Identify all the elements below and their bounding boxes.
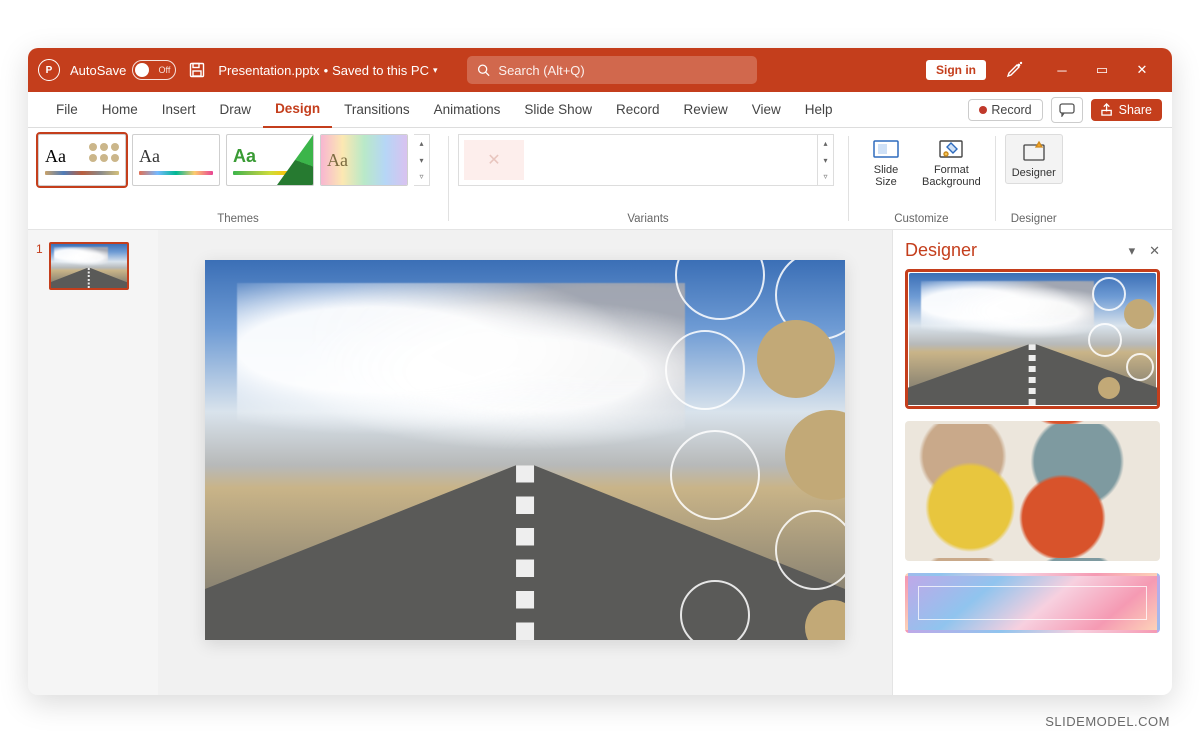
designer-pane-menu-icon[interactable]: ▾ xyxy=(1129,243,1136,259)
ribbon: Aa Aa Aa Aa ▴▾▿ Them xyxy=(28,128,1172,230)
tab-help[interactable]: Help xyxy=(793,92,845,128)
autosave-label: AutoSave xyxy=(70,63,126,78)
designer-group-label: Designer xyxy=(1005,213,1063,227)
tab-insert[interactable]: Insert xyxy=(150,92,208,128)
designer-pane-close-icon[interactable]: ✕ xyxy=(1149,243,1160,259)
close-button[interactable]: ✕ xyxy=(1122,48,1162,92)
powerpoint-icon: P xyxy=(38,59,60,81)
tab-view[interactable]: View xyxy=(740,92,793,128)
tab-animations[interactable]: Animations xyxy=(422,92,513,128)
designer-pane: Designer ▾ ✕ xyxy=(892,230,1172,695)
minimize-button[interactable]: ─ xyxy=(1042,48,1082,92)
variants-gallery-more[interactable]: ▴▾▿ xyxy=(818,134,834,186)
tab-record[interactable]: Record xyxy=(604,92,672,128)
tab-transitions[interactable]: Transitions xyxy=(332,92,422,128)
ribbon-group-customize: Slide Size Format Background Customize xyxy=(848,128,995,229)
workarea: 1 xyxy=(28,230,1172,695)
design-idea-3[interactable] xyxy=(905,573,1160,633)
tab-file[interactable]: File xyxy=(44,92,90,128)
theme-thumb-4[interactable]: Aa xyxy=(320,134,408,186)
maximize-button[interactable]: ▭ xyxy=(1082,48,1122,92)
themes-gallery-more[interactable]: ▴▾▿ xyxy=(414,134,430,186)
slide-thumbnail-1[interactable] xyxy=(49,242,129,290)
customize-group-label: Customize xyxy=(858,213,985,227)
variant-thumb-1[interactable]: ✕ xyxy=(464,140,524,180)
designer-button[interactable]: Designer xyxy=(1005,134,1063,184)
watermark: SLIDEMODEL.COM xyxy=(1045,714,1170,729)
design-idea-1[interactable] xyxy=(905,269,1160,409)
ribbon-tabs: File Home Insert Draw Design Transitions… xyxy=(28,92,1172,128)
ribbon-group-themes: Aa Aa Aa Aa ▴▾▿ Them xyxy=(28,128,448,229)
record-dot-icon xyxy=(979,106,987,114)
slide-size-button[interactable]: Slide Size xyxy=(858,134,914,190)
search-input[interactable] xyxy=(498,63,747,78)
tab-draw[interactable]: Draw xyxy=(208,92,264,128)
designer-pane-title: Designer xyxy=(905,240,977,261)
search-box[interactable] xyxy=(467,56,757,84)
chevron-down-icon: ▾ xyxy=(433,65,438,76)
coming-soon-icon[interactable] xyxy=(996,61,1032,79)
titlebar: P AutoSave Off Presentation.pptx • Saved… xyxy=(28,48,1172,92)
window-controls: ─ ▭ ✕ xyxy=(1042,48,1162,92)
autosave-state[interactable]: Off xyxy=(132,60,176,80)
tab-review[interactable]: Review xyxy=(671,92,739,128)
tab-home[interactable]: Home xyxy=(90,92,150,128)
comments-button[interactable] xyxy=(1051,97,1083,123)
share-button[interactable]: Share xyxy=(1091,99,1162,121)
theme-thumb-3[interactable]: Aa xyxy=(226,134,314,186)
ribbon-group-variants: ✕ ▴▾▿ Variants xyxy=(448,128,848,229)
format-background-button[interactable]: Format Background xyxy=(918,134,985,190)
slide-number-1: 1 xyxy=(36,242,43,256)
document-title[interactable]: Presentation.pptx • Saved to this PC ▾ xyxy=(218,63,437,78)
design-idea-2[interactable] xyxy=(905,421,1160,561)
signin-button[interactable]: Sign in xyxy=(926,60,986,80)
search-icon xyxy=(477,63,490,77)
theme-thumb-1[interactable]: Aa xyxy=(38,134,126,186)
save-icon[interactable] xyxy=(186,59,208,81)
themes-group-label: Themes xyxy=(38,213,438,227)
app-window: P AutoSave Off Presentation.pptx • Saved… xyxy=(28,48,1172,695)
slide-thumbnail-panel: 1 xyxy=(28,230,158,695)
theme-thumb-2[interactable]: Aa xyxy=(132,134,220,186)
slide-canvas[interactable] xyxy=(158,230,892,695)
autosave-toggle[interactable]: AutoSave Off xyxy=(70,60,176,80)
slide-stage[interactable] xyxy=(205,260,845,640)
tab-design[interactable]: Design xyxy=(263,92,332,128)
tab-slideshow[interactable]: Slide Show xyxy=(512,92,604,128)
variants-gallery[interactable]: ✕ xyxy=(458,134,818,186)
record-button[interactable]: Record xyxy=(968,99,1042,121)
variants-group-label: Variants xyxy=(458,213,838,227)
share-icon xyxy=(1101,103,1114,116)
ribbon-group-designer: Designer Designer xyxy=(995,128,1073,229)
